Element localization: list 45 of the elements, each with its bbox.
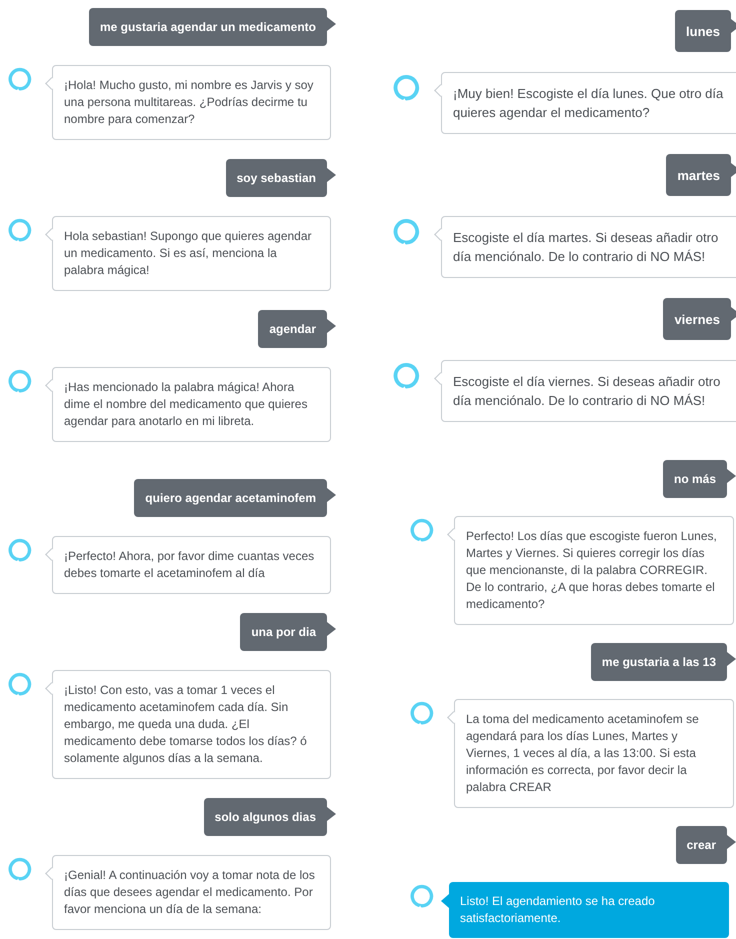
bubble-pointer [327,17,336,31]
user-message: crear [676,826,727,864]
bubble-pointer [727,652,736,666]
ring-icon [8,857,32,881]
bot-message: Escogiste el día martes. Si deseas añadir otro día menciónalo. De lo contrario di NO MÁS! [441,216,736,278]
ring-icon [393,74,420,101]
ring-icon [410,518,434,542]
bot-message: ¡Genial! A continuación voy a tomar nota de los días que desees agendar el medicamento. Por favor menciona un día de la semana: [52,855,331,930]
user-message: quiero agendar acetaminofem [134,479,327,517]
bot-message: ¡Listo! Con esto, vas a tomar 1 veces el medicamento acetaminofem cada día. Sin embargo, me queda una duda. ¿El medicamento debe tomarse todos los días? ó solamente algunos días a la semana. [52,670,331,779]
user-message: lunes [675,10,731,52]
bot-message: Hola sebastian! Supongo que quieres agendar un medicamento. Si es así, menciona la palabra mágica! [52,216,331,291]
user-message: viernes [663,298,731,340]
bot-message: Perfecto! Los días que escogiste fueron Lunes, Martes y Viernes. Si quieres corregir los días que mencionanste, di la palabra CORREGIR. De lo contrario, ¿A que horas debes tomarte el medicamento? [454,516,734,625]
ring-icon [410,884,434,908]
ring-icon [8,672,32,696]
user-message: agendar [258,310,327,348]
bubble-pointer [327,622,336,636]
user-message: soy sebastian [226,159,327,197]
bot-message: ¡Perfecto! Ahora, por favor dime cuantas veces debes tomarte el acetaminofem al día [52,536,331,594]
ring-icon [410,701,434,725]
bubble-pointer [327,807,336,821]
bubble-pointer [727,469,736,483]
ring-icon [393,362,420,389]
ring-icon [8,369,32,393]
bot-message: ¡Has mencionado la palabra mágica! Ahora dime el nombre del medicamento que quieres agendar para anotarlo en mi libreta. [52,367,331,442]
ring-icon [393,218,420,245]
bubble-pointer [327,488,336,502]
user-message: me gustaria a las 13 [590,643,727,681]
ring-icon [8,538,32,562]
ring-icon [8,218,32,242]
user-message: martes [666,154,731,196]
user-message: me gustaria agendar un medicamento [88,8,327,46]
user-message: solo algunos dias [204,798,327,836]
bot-message: ¡Muy bien! Escogiste el día lunes. Que otro día quieres agendar el medicamento? [441,72,736,134]
bubble-pointer [727,835,736,849]
bubble-pointer [327,319,336,333]
highlighted-bot-message: Listo! El agendamiento se ha creado satisfactoriamente. [449,882,729,938]
user-message: no más [662,460,727,498]
bot-message: ¡Hola! Mucho gusto, mi nombre es Jarvis y soy una persona multitareas. ¿Podrías decirme tu nombre para comenzar? [52,65,331,140]
bot-message: Escogiste el día viernes. Si deseas añadir otro día menciónalo. De lo contrario di NO MÁS! [441,360,736,422]
ring-icon [8,67,32,91]
bubble-pointer [327,168,336,182]
bot-message: La toma del medicamento acetaminofem se agendará para los días Lunes, Martes y Viernes, 1 veces al día, a las 13:00. Si esta información es correcta, por favor decir la palabra CREAR [454,699,734,808]
user-message: una por dia [240,613,327,651]
